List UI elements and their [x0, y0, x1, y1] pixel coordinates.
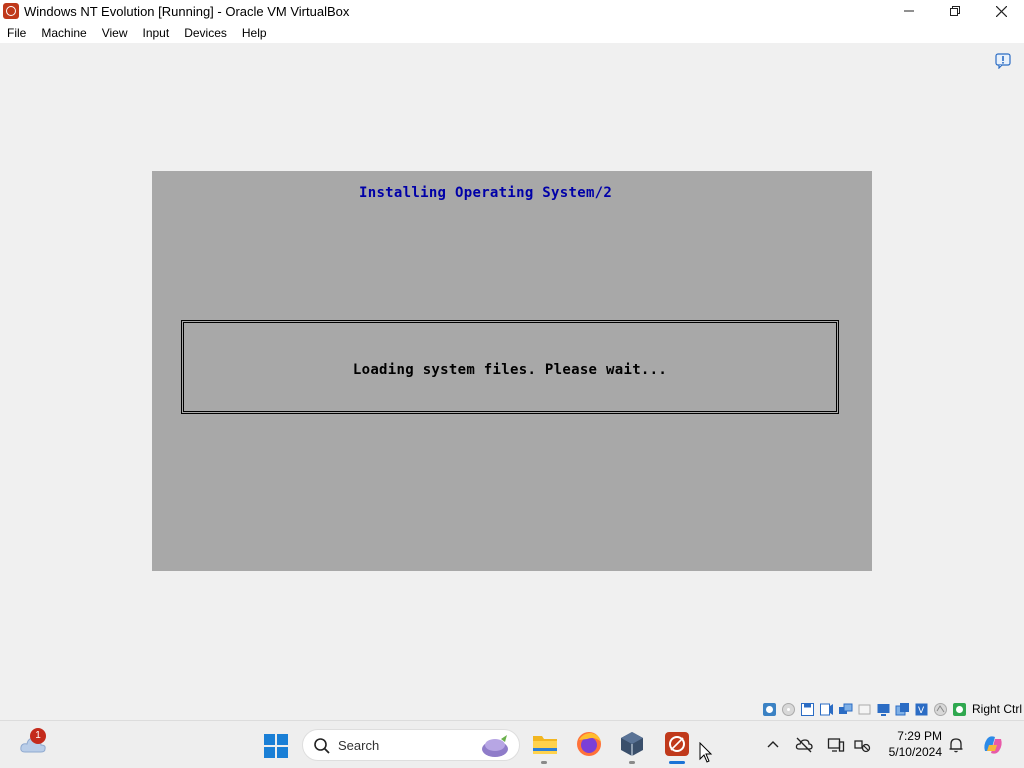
mouse-cursor-icon [699, 742, 713, 763]
firefox-icon[interactable] [575, 730, 603, 758]
vm-loading-message: Loading system files. Please wait... [352, 362, 668, 378]
menu-input[interactable]: Input [135, 26, 177, 40]
vm-message-box: Loading system files. Please wait... [181, 320, 839, 414]
vm-display[interactable]: Installing Operating System/2 Loading sy… [152, 171, 872, 571]
taskbar: 1 Search 7:29 PM 5/10/2024 [0, 720, 1024, 768]
cpu-icon[interactable] [933, 702, 948, 717]
usb-icon[interactable] [857, 702, 872, 717]
optical-drive-icon[interactable] [781, 702, 796, 717]
file-explorer-icon[interactable] [531, 730, 559, 758]
host-key-label: Right Ctrl [971, 702, 1022, 716]
menu-view[interactable]: View [94, 26, 135, 40]
hard-disk-icon[interactable] [762, 702, 777, 717]
onedrive-offline-icon[interactable] [795, 736, 813, 754]
menu-devices[interactable]: Devices [176, 26, 234, 40]
maximize-button[interactable] [932, 0, 978, 22]
menu-machine[interactable]: Machine [33, 26, 93, 40]
virtualbox-vm-icon[interactable] [663, 730, 691, 758]
network-icon[interactable] [838, 702, 853, 717]
display-icon[interactable] [895, 702, 910, 717]
window-title: Windows NT Evolution [Running] - Oracle … [24, 3, 350, 19]
menu-bar: File Machine View Input Devices Help [0, 22, 1024, 43]
notification-icon[interactable] [995, 53, 1011, 69]
menu-help[interactable]: Help [234, 26, 274, 40]
vm-active-indicator [669, 761, 685, 764]
start-button[interactable] [263, 733, 289, 759]
virtualbox-manager-icon[interactable] [618, 730, 646, 758]
chevron-up-icon[interactable] [764, 736, 782, 754]
taskbar-search[interactable]: Search [302, 729, 520, 761]
shared-folders-icon[interactable] [876, 702, 891, 717]
clock-date: 5/10/2024 [888, 745, 942, 759]
search-icon [314, 738, 330, 754]
display-settings-icon[interactable] [827, 736, 845, 754]
floppy-icon[interactable] [800, 702, 815, 717]
clock-time: 7:29 PM [897, 729, 942, 743]
recording-icon[interactable]: V [914, 702, 929, 717]
search-highlight-icon [482, 735, 508, 757]
copilot-icon[interactable] [981, 733, 1005, 757]
audio-icon[interactable] [819, 702, 834, 717]
system-clock[interactable]: 7:29 PM 5/10/2024 [880, 728, 942, 760]
minimize-icon [904, 10, 914, 12]
svg-text:V: V [918, 706, 925, 716]
notifications-bell-icon[interactable] [947, 736, 965, 754]
notification-badge: 1 [30, 728, 46, 744]
mouse-integration-icon[interactable] [952, 702, 967, 717]
menu-file[interactable]: File [0, 26, 33, 40]
title-bar[interactable]: Windows NT Evolution [Running] - Oracle … [0, 0, 1024, 22]
close-button[interactable] [978, 0, 1024, 22]
minimize-button[interactable] [886, 0, 932, 22]
network-disconnected-icon[interactable] [853, 736, 871, 754]
window-controls [886, 0, 1024, 22]
explorer-running-indicator [541, 761, 547, 764]
vm-setup-heading: Installing Operating System/2 [359, 185, 613, 201]
close-icon [995, 5, 1007, 17]
search-placeholder: Search [338, 738, 380, 753]
restore-icon [950, 6, 960, 16]
virtualbox-manager-running-indicator [629, 761, 635, 764]
status-bar: V Right Ctrl [762, 699, 1024, 719]
virtualbox-vm-icon [3, 3, 19, 19]
